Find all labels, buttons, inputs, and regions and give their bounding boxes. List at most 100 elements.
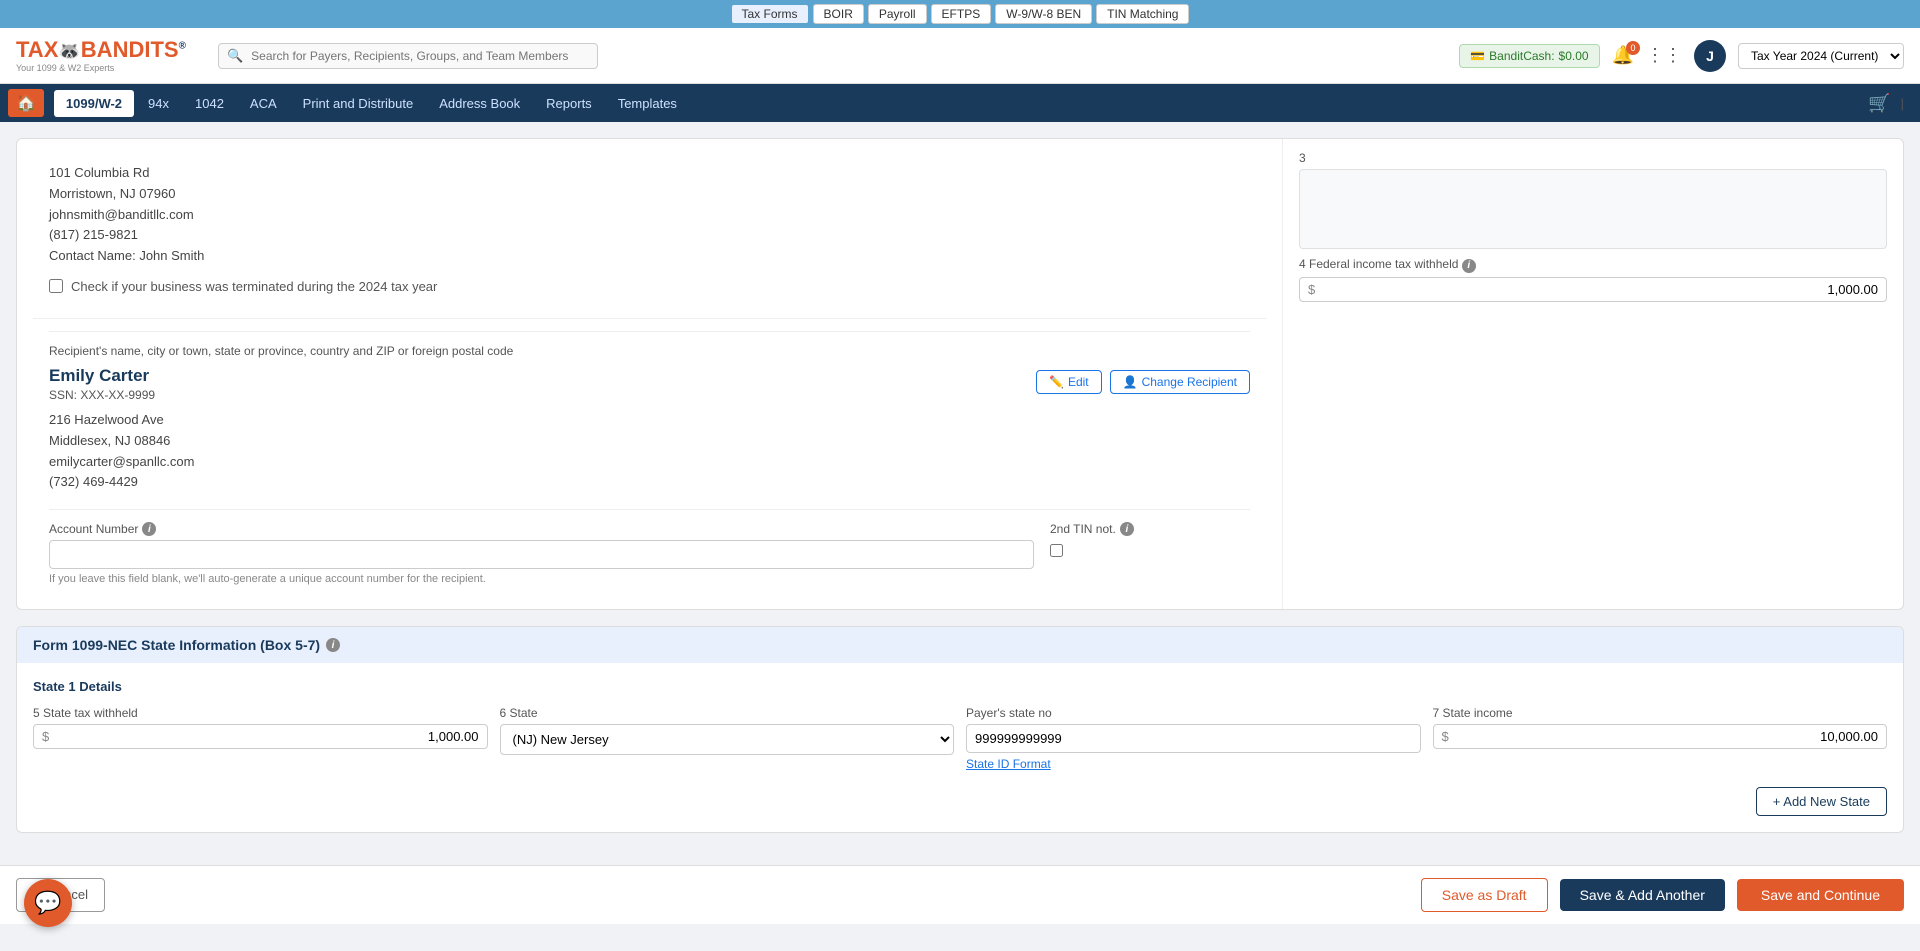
top-nav-boir[interactable]: BOIR xyxy=(813,4,864,24)
top-nav-tax-forms[interactable]: Tax Forms xyxy=(731,4,809,24)
save-continue-button[interactable]: Save and Continue xyxy=(1737,879,1904,911)
tin-label: 2nd TIN not. i xyxy=(1050,522,1250,536)
top-nav-tin[interactable]: TIN Matching xyxy=(1096,4,1189,24)
nav-1099-w2[interactable]: 1099/W-2 xyxy=(54,90,134,117)
account-info-icon[interactable]: i xyxy=(142,522,156,536)
form-card: 101 Columbia Rd Morristown, NJ 07960 joh… xyxy=(16,138,1904,610)
change-recipient-button[interactable]: 👤 Change Recipient xyxy=(1110,370,1250,394)
tax-year-select[interactable]: Tax Year 2024 (Current) xyxy=(1738,43,1904,69)
top-nav-payroll[interactable]: Payroll xyxy=(868,4,927,24)
nav-aca[interactable]: ACA xyxy=(238,90,289,117)
logo-sub: Your 1099 & W2 Experts xyxy=(16,63,114,73)
payer-address: 101 Columbia Rd Morristown, NJ 07960 joh… xyxy=(49,163,1250,267)
state-section-header: Form 1099-NEC State Information (Box 5-7… xyxy=(17,627,1903,663)
cart-icon[interactable]: 🛒 xyxy=(1868,93,1890,114)
logo-text: TAX🦝BANDITS® xyxy=(16,39,186,61)
account-hint: If you leave this field blank, we'll aut… xyxy=(49,573,1034,585)
nav-address[interactable]: Address Book xyxy=(427,90,532,117)
state-section: Form 1099-NEC State Information (Box 5-7… xyxy=(16,626,1904,833)
apps-button[interactable]: ⋮⋮ xyxy=(1646,45,1682,66)
footer: ✕ Cancel Save as Draft Save & Add Anothe… xyxy=(0,865,1920,924)
tin-label-text: 2nd TIN not. xyxy=(1050,522,1116,536)
payer-state-input[interactable] xyxy=(966,724,1421,753)
search-input[interactable] xyxy=(251,49,589,63)
state-info-icon[interactable]: i xyxy=(326,638,340,652)
terminated-checkbox-row: Check if your business was terminated du… xyxy=(49,279,1250,294)
bandit-cash-icon: 💳 xyxy=(1470,49,1485,63)
edit-label: Edit xyxy=(1068,375,1089,389)
field6-label: 6 State xyxy=(500,706,955,720)
field6-state-select[interactable]: (NJ) New Jersey New York xyxy=(500,724,955,755)
recipient-buttons: ✏️ Edit 👤 Change Recipient xyxy=(1036,370,1250,394)
payer-info: 101 Columbia Rd Morristown, NJ 07960 joh… xyxy=(33,151,1266,319)
account-input[interactable] xyxy=(49,540,1034,569)
divider: | xyxy=(1901,96,1904,111)
tin-not-checkbox[interactable] xyxy=(1050,544,1063,557)
payer-state-no-field: Payer's state no State ID Format xyxy=(966,706,1421,771)
header: TAX🦝BANDITS® Your 1099 & W2 Experts 🔍 💳 … xyxy=(0,28,1920,84)
top-nav: Tax Forms BOIR Payroll EFTPS W-9/W-8 BEN… xyxy=(0,0,1920,28)
recipient-label: Recipient's name, city or town, state or… xyxy=(49,331,1250,358)
recipient-phone: (732) 469-4429 xyxy=(49,472,1250,493)
account-section: Account Number i If you leave this field… xyxy=(49,509,1250,585)
field7-dollar: $ xyxy=(1442,729,1449,744)
notification-button[interactable]: 🔔 0 xyxy=(1612,45,1634,66)
field7-amount: $ xyxy=(1433,724,1888,749)
field5-dollar: $ xyxy=(42,729,49,744)
field5-label: 5 State tax withheld xyxy=(33,706,488,720)
top-nav-w9[interactable]: W-9/W-8 BEN xyxy=(995,4,1092,24)
state-id-link[interactable]: State ID Format xyxy=(966,757,1421,771)
avatar: J xyxy=(1694,40,1726,72)
field5-input[interactable] xyxy=(53,729,478,744)
add-new-state-button[interactable]: + Add New State xyxy=(1756,787,1887,816)
nav-templates[interactable]: Templates xyxy=(606,90,689,117)
bandit-cash: 💳 BanditCash: $0.00 xyxy=(1459,44,1599,68)
search-bar[interactable]: 🔍 xyxy=(218,43,598,69)
field7-label: 7 State income xyxy=(1433,706,1888,720)
state1-label: State 1 Details xyxy=(33,679,1887,694)
account-number-field: Account Number i If you leave this field… xyxy=(49,522,1034,585)
recipient-addr1: 216 Hazelwood Ave xyxy=(49,410,1250,431)
change-icon: 👤 xyxy=(1123,375,1138,389)
state-fields: 5 State tax withheld $ 6 State (NJ) New … xyxy=(33,706,1887,771)
top-nav-eftps[interactable]: EFTPS xyxy=(931,4,992,24)
field4-section: 4 Federal income tax withheld i $ xyxy=(1299,257,1887,302)
recipient-name-block: Emily Carter SSN: XXX-XX-9999 xyxy=(49,366,155,402)
edit-button[interactable]: ✏️ Edit xyxy=(1036,370,1102,394)
state-body: State 1 Details 5 State tax withheld $ 6… xyxy=(17,663,1903,832)
payer-contact: Contact Name: John Smith xyxy=(49,246,1250,267)
left-column: 101 Columbia Rd Morristown, NJ 07960 joh… xyxy=(17,139,1283,609)
terminated-label: Check if your business was terminated du… xyxy=(71,279,437,294)
field4-label: 4 Federal income tax withheld i xyxy=(1299,257,1887,273)
box3-label: 3 xyxy=(1299,151,1887,165)
save-draft-button[interactable]: Save as Draft xyxy=(1421,878,1548,912)
field7-input[interactable] xyxy=(1453,729,1878,744)
save-add-another-button[interactable]: Save & Add Another xyxy=(1560,879,1725,911)
home-button[interactable]: 🏠 xyxy=(8,89,44,117)
nav-94x[interactable]: 94x xyxy=(136,90,181,117)
payer-email: johnsmith@banditllc.com xyxy=(49,205,1250,226)
field4-amount: $ xyxy=(1299,277,1887,302)
chat-button[interactable]: 💬 xyxy=(24,879,72,927)
terminated-checkbox[interactable] xyxy=(49,279,63,293)
edit-icon: ✏️ xyxy=(1049,375,1064,389)
payer-address2: Morristown, NJ 07960 xyxy=(49,184,1250,205)
field4-input[interactable] xyxy=(1319,282,1878,297)
field4-info-icon[interactable]: i xyxy=(1462,259,1476,273)
nav-reports[interactable]: Reports xyxy=(534,90,604,117)
logo: TAX🦝BANDITS® Your 1099 & W2 Experts xyxy=(16,39,186,73)
state-field-6: 6 State (NJ) New Jersey New York xyxy=(500,706,955,755)
secondary-nav: 🏠 1099/W-2 94x 1042 ACA Print and Distri… xyxy=(0,84,1920,122)
search-icon: 🔍 xyxy=(227,48,243,64)
tin-info-icon[interactable]: i xyxy=(1120,522,1134,536)
notification-badge: 0 xyxy=(1626,41,1640,55)
recipient-section: Recipient's name, city or town, state or… xyxy=(33,319,1266,597)
state-field-5: 5 State tax withheld $ xyxy=(33,706,488,749)
payer-address1: 101 Columbia Rd xyxy=(49,163,1250,184)
payer-state-label: Payer's state no xyxy=(966,706,1421,720)
field4-dollar-sign: $ xyxy=(1308,282,1315,297)
nav-1042[interactable]: 1042 xyxy=(183,90,236,117)
nav-print[interactable]: Print and Distribute xyxy=(291,90,426,117)
state-field-7: 7 State income $ xyxy=(1433,706,1888,749)
recipient-name: Emily Carter xyxy=(49,366,155,386)
